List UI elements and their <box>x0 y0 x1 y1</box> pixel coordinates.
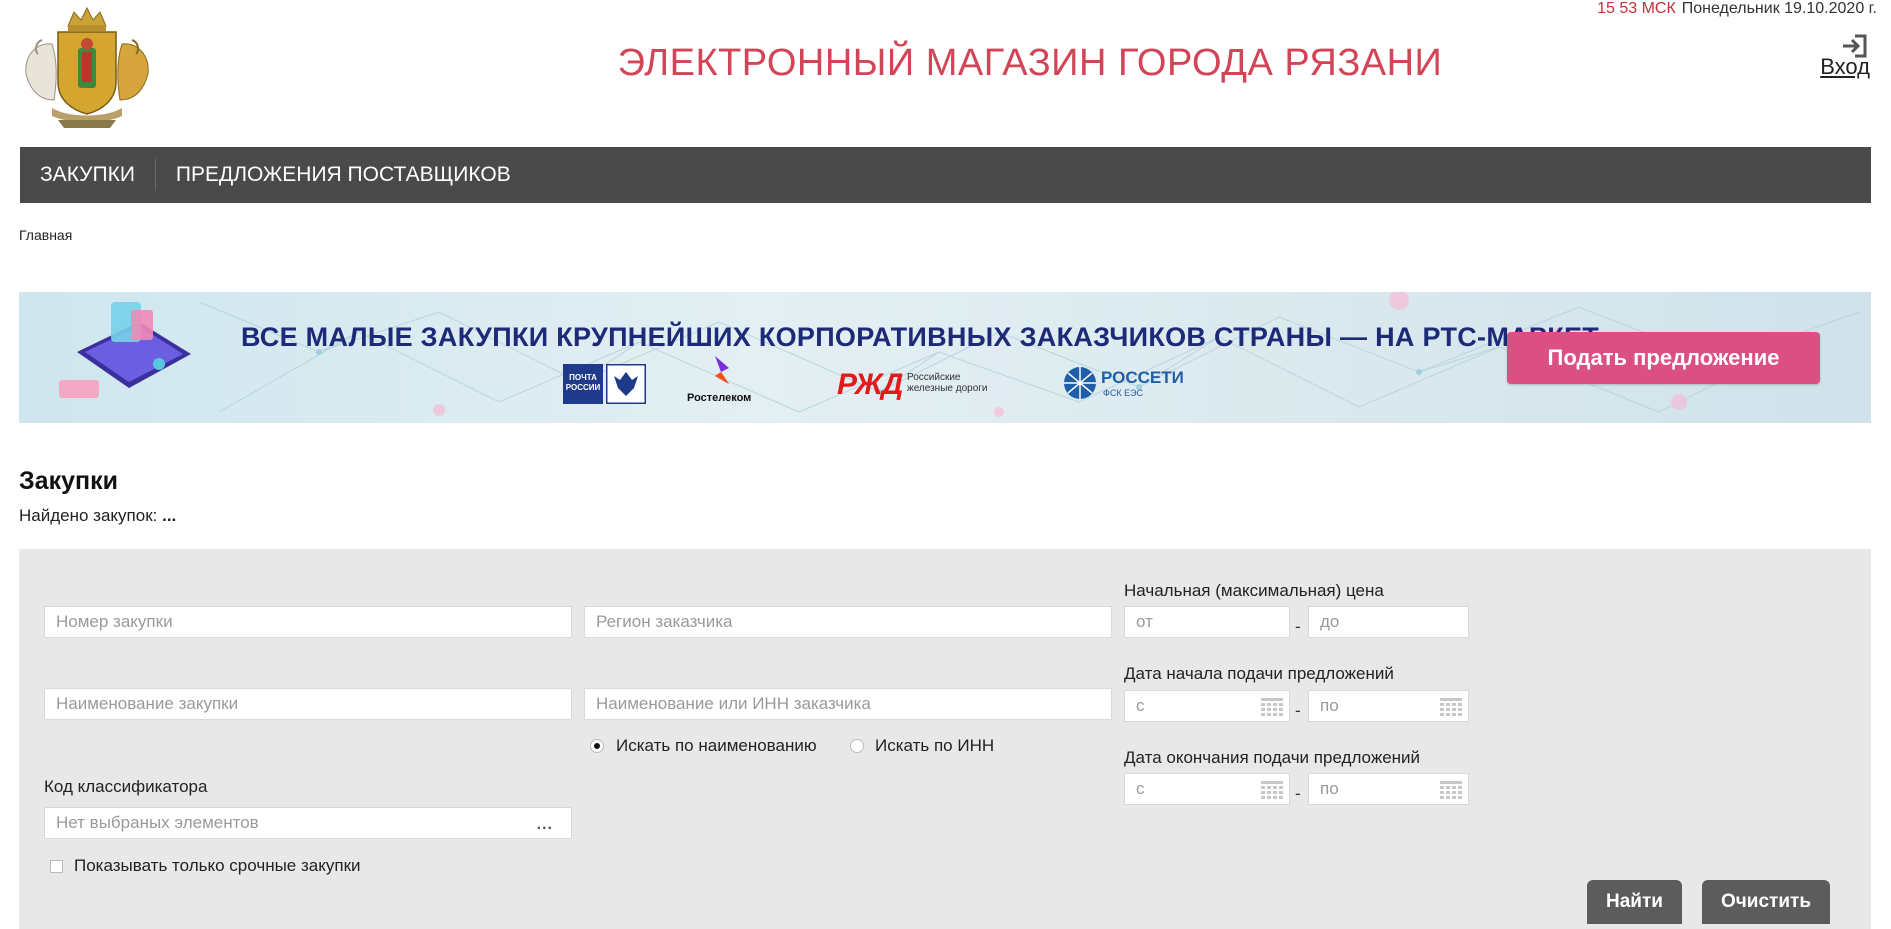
promo-banner[interactable]: ВСЕ МАЛЫЕ ЗАКУПКИ КРУПНЕЙШИХ КОРПОРАТИВН… <box>19 292 1871 423</box>
price-label: Начальная (максимальная) цена <box>1124 581 1384 600</box>
filter-panel: Номер закупки Регион заказчика Начальная… <box>19 549 1871 929</box>
urgent-only-checkbox[interactable] <box>50 860 63 873</box>
found-count-value: ... <box>162 506 177 525</box>
submit-offer-button[interactable]: Подать предложение <box>1507 332 1820 384</box>
main-nav: ЗАКУПКИ ПРЕДЛОЖЕНИЯ ПОСТАВЩИКОВ <box>20 147 1871 203</box>
end-date-to-input[interactable]: по <box>1308 773 1469 805</box>
found-count: Найдено закупок: ... <box>19 506 176 526</box>
price-from-input[interactable]: от <box>1124 606 1290 638</box>
search-by-name-label[interactable]: Искать по наименованию <box>616 736 817 756</box>
datetime-display: 15 53 МСК Понедельник 19.10.2020 г. <box>1597 0 1877 18</box>
search-by-inn-label[interactable]: Искать по ИНН <box>875 736 994 756</box>
calendar-icon[interactable] <box>1440 781 1462 799</box>
customer-region-input[interactable]: Регион заказчика <box>584 606 1112 638</box>
classifier-select[interactable]: Нет выбраных элементов ... <box>44 807 572 839</box>
end-date-label: Дата окончания подачи предложений <box>1124 748 1421 767</box>
login-link[interactable]: Вход <box>1820 34 1870 80</box>
nav-item-supplier-offers[interactable]: ПРЕДЛОЖЕНИЯ ПОСТАВЩИКОВ <box>156 159 531 191</box>
price-range-dash: - <box>1295 617 1301 636</box>
classifier-more-button[interactable]: ... <box>537 810 553 840</box>
found-count-label: Найдено закупок: <box>19 506 158 525</box>
search-by-inn-radio[interactable] <box>850 739 864 753</box>
rzd-logo: РЖД Российские железные дороги <box>837 368 988 401</box>
site-title: ЭЛЕКТРОННЫЙ МАГАЗИН ГОРОДА РЯЗАНИ <box>617 42 1443 84</box>
search-by-name-radio[interactable] <box>590 739 604 753</box>
start-date-label: Дата начала подачи предложений <box>1124 664 1394 683</box>
end-date-from-input[interactable]: с <box>1124 773 1290 805</box>
purchase-name-input[interactable]: Наименование закупки <box>44 688 572 720</box>
calendar-icon[interactable] <box>1261 698 1283 716</box>
calendar-icon[interactable] <box>1261 781 1283 799</box>
price-to-input[interactable]: до <box>1308 606 1469 638</box>
login-icon <box>1843 34 1867 58</box>
calendar-icon[interactable] <box>1440 698 1462 716</box>
current-date: Понедельник 19.10.2020 г. <box>1681 0 1877 17</box>
current-time: 15 53 МСК <box>1597 0 1676 17</box>
phone-illustration <box>59 302 191 398</box>
banner-headline: ВСЕ МАЛЫЕ ЗАКУПКИ КРУПНЕЙШИХ КОРПОРАТИВН… <box>241 322 1600 352</box>
start-date-to-input[interactable]: по <box>1308 690 1469 722</box>
ryazan-coat-of-arms-logo[interactable] <box>18 4 156 130</box>
rosseti-globe-icon <box>1064 367 1096 399</box>
search-button[interactable]: Найти <box>1587 880 1682 924</box>
urgent-only-label[interactable]: Показывать только срочные закупки <box>74 856 361 876</box>
breadcrumb: Главная <box>19 227 72 243</box>
end-date-range-dash: - <box>1295 784 1301 803</box>
customer-name-input[interactable]: Наименование или ИНН заказчика <box>584 688 1112 720</box>
classifier-label: Код классификатора <box>44 777 208 796</box>
eagle-emblem-icon <box>606 364 646 404</box>
page-title: Закупки <box>19 467 118 495</box>
rostelecom-mark-icon <box>715 356 729 384</box>
clear-button[interactable]: Очистить <box>1702 880 1830 924</box>
rosseti-logo: РОССЕТИ ФСК ЕЭС <box>1063 366 1184 406</box>
start-date-range-dash: - <box>1295 701 1301 720</box>
pochta-logo: ПОЧТА РОССИИ <box>563 364 648 404</box>
nav-item-purchases[interactable]: ЗАКУПКИ <box>20 159 155 191</box>
start-date-from-input[interactable]: с <box>1124 690 1290 722</box>
breadcrumb-home[interactable]: Главная <box>19 227 72 243</box>
rostelecom-logo: Ростелеком <box>687 354 767 410</box>
purchase-number-input[interactable]: Номер закупки <box>44 606 572 638</box>
